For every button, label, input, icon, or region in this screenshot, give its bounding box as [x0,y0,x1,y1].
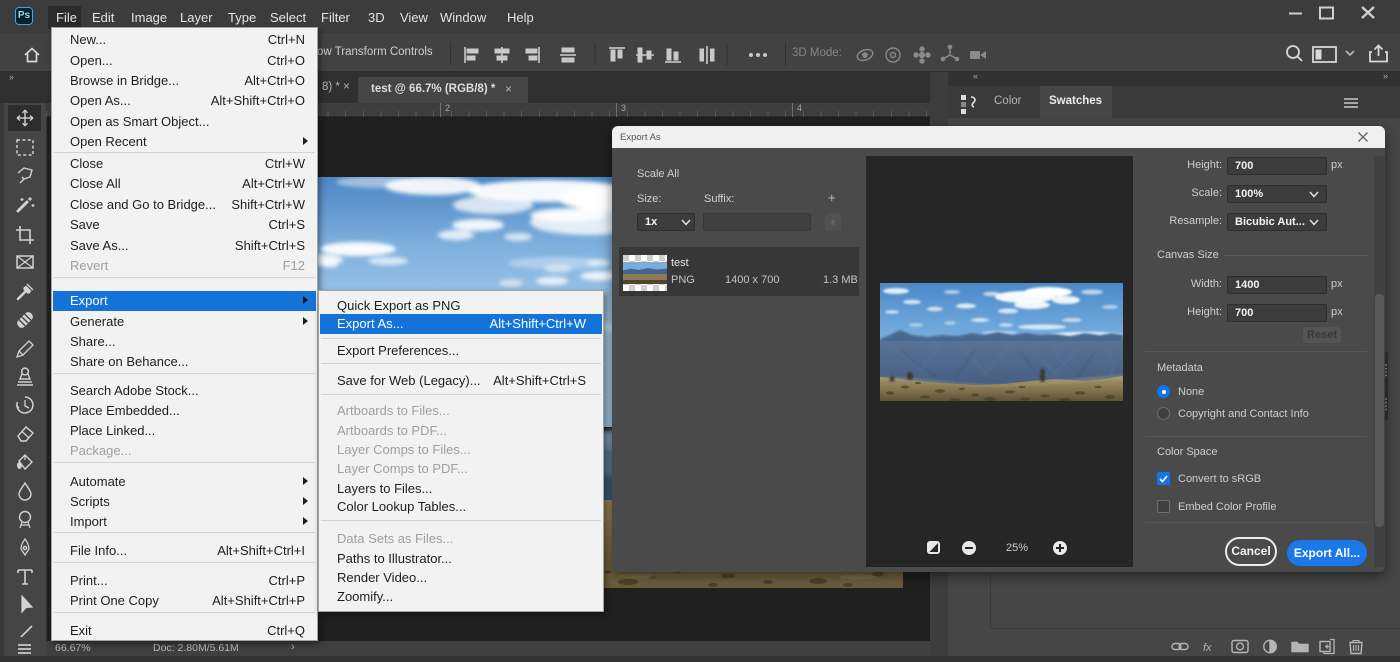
svg-text:fx: fx [1203,642,1212,654]
